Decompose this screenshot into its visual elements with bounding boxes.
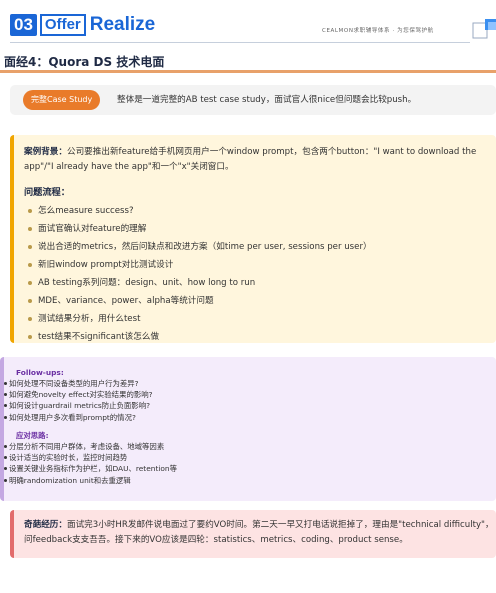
header-divider <box>10 42 470 43</box>
solution-text: 明确randomization unit和去重逻辑 <box>9 475 131 485</box>
bullet-icon <box>4 478 7 482</box>
bullet-icon <box>28 227 32 231</box>
solutions-heading: 应对思路: <box>16 431 49 440</box>
bullet-icon <box>28 335 32 339</box>
flow-item-text: MDE、variance、power、alpha等统计问题 <box>38 296 214 306</box>
title-divider <box>0 70 496 73</box>
flow-item-text: 怎么measure success? <box>38 206 134 216</box>
bullet-icon <box>28 317 32 321</box>
list-item: test结果不significant该怎么做 <box>26 328 372 346</box>
bullet-icon <box>4 445 7 448</box>
solution-text: 设置关键业务指标作为护栏，如DAU、retention等 <box>9 464 177 474</box>
list-item: 测试结果分析，用什么test <box>26 310 372 328</box>
followup-text: 如何处理用户多次看到prompt的情况? <box>9 412 136 422</box>
list-item: AB testing系列问题：design、unit、how long to r… <box>26 274 372 292</box>
logo-number: 03 <box>10 14 37 36</box>
solution-text: 设计适当的实验时长，监控时间趋势 <box>9 453 128 463</box>
flow-item-text: 测试结果分析，用什么test <box>38 314 141 324</box>
bullet-icon <box>28 209 32 213</box>
case-study-badge: 完整Case Study <box>23 90 101 110</box>
odd-experience-card: 奇葩经历：面试完3小时HR发邮件说电面过了要约VO时间。第二天一早又打电话说拒掉… <box>10 510 496 558</box>
logo-realize: Realize <box>89 14 156 35</box>
background-text: 公司要推出新feature给手机网页用户一个window prompt，包含两个… <box>24 147 477 172</box>
bullet-icon <box>4 456 7 460</box>
followup-text: 如何处理不同设备类型的用户行为差异? <box>9 379 139 388</box>
summary-text: 整体是一道完整的AB test case study，面试官人很nice但问题会… <box>117 95 417 105</box>
case-background: 案例背景：公司要推出新feature给手机网页用户一个window prompt… <box>24 145 496 175</box>
followups-heading: Follow-ups: <box>16 368 64 377</box>
document-corner-icon <box>472 19 496 39</box>
bullet-icon <box>28 245 32 249</box>
odd-experience: 奇葩经历：面试完3小时HR发邮件说电面过了要约VO时间。第二天一早又打电话说拒掉… <box>24 518 496 548</box>
list-item: 说出合适的metrics，然后问缺点和改进方案（如time per user, … <box>26 238 372 256</box>
followups-card: Follow-ups: 如何处理不同设备类型的用户行为差异? 如何避免novel… <box>0 357 496 501</box>
header: 03 Offer Realize CEALMON求职辅导体系 · 为您保驾护航 <box>0 0 496 46</box>
bullet-icon <box>4 467 7 471</box>
flow-item-text: 新旧window prompt对比测试设计 <box>38 260 174 270</box>
bullet-icon <box>28 299 32 303</box>
tagline: CEALMON求职辅导体系 · 为您保驾护航 <box>322 28 434 34</box>
bullet-icon <box>4 382 7 385</box>
list-item: 明确randomization unit和去重逻辑 <box>4 475 177 486</box>
flow-item-text: test结果不significant该怎么做 <box>38 332 160 342</box>
bullet-icon <box>4 404 7 408</box>
flow-item-text: AB testing系列问题：design、unit、how long to r… <box>38 278 256 288</box>
list-item: 如何避免novelty effect对实验结果的影响? <box>4 389 153 400</box>
solution-text: 分层分析不同用户群体，考虑设备、地域等因素 <box>9 442 165 451</box>
flow-item-text: 说出合适的metrics，然后问缺点和改进方案（如time per user, … <box>38 242 372 252</box>
odd-text: 面试完3小时HR发邮件说电面过了要约VO时间。第二天一早又打电话说拒掉了，理由是… <box>24 520 494 545</box>
background-label: 案例背景： <box>24 147 67 157</box>
list-item: 面试官确认对feature的理解 <box>26 220 372 238</box>
list-item: 设置关键业务指标作为护栏，如DAU、retention等 <box>4 463 177 474</box>
bullet-icon <box>4 393 7 397</box>
list-item: MDE、variance、power、alpha等统计问题 <box>26 292 372 310</box>
flow-item-text: 面试官确认对feature的理解 <box>38 224 147 234</box>
followups-list: 如何处理不同设备类型的用户行为差异? 如何避免novelty effect对实验… <box>4 378 153 423</box>
bullet-icon <box>28 281 32 285</box>
list-item: 如何设计guardrail metrics防止负面影响? <box>4 400 153 411</box>
bullet-icon <box>4 415 7 419</box>
brand-logo: 03 Offer Realize <box>10 14 155 36</box>
list-item: 如何处理不同设备类型的用户行为差异? <box>4 378 153 389</box>
list-item: 如何处理用户多次看到prompt的情况? <box>4 412 153 423</box>
list-item: 设计适当的实验时长，监控时间趋势 <box>4 452 177 463</box>
list-item: 分层分析不同用户群体，考虑设备、地域等因素 <box>4 441 177 452</box>
page: 03 Offer Realize CEALMON求职辅导体系 · 为您保驾护航 … <box>0 0 496 593</box>
logo-offer: Offer <box>39 14 86 36</box>
followup-text: 如何避免novelty effect对实验结果的影响? <box>9 390 153 400</box>
odd-label: 奇葩经历： <box>24 520 67 530</box>
list-item: 怎么measure success? <box>26 202 372 220</box>
case-card: 案例背景：公司要推出新feature给手机网页用户一个window prompt… <box>10 135 496 343</box>
flow-list: 怎么measure success? 面试官确认对feature的理解 说出合适… <box>26 202 372 346</box>
list-item: 新旧window prompt对比测试设计 <box>26 256 372 274</box>
summary-card: 完整Case Study 整体是一道完整的AB test case study，… <box>10 85 496 115</box>
flow-heading: 问题流程： <box>24 187 70 198</box>
solutions-list: 分层分析不同用户群体，考虑设备、地域等因素 设计适当的实验时长，监控时间趋势 设… <box>4 441 177 486</box>
followup-text: 如何设计guardrail metrics防止负面影响? <box>9 401 151 411</box>
bullet-icon <box>28 263 32 267</box>
page-title: 面经4：Quora DS 技术电面 <box>4 55 165 69</box>
